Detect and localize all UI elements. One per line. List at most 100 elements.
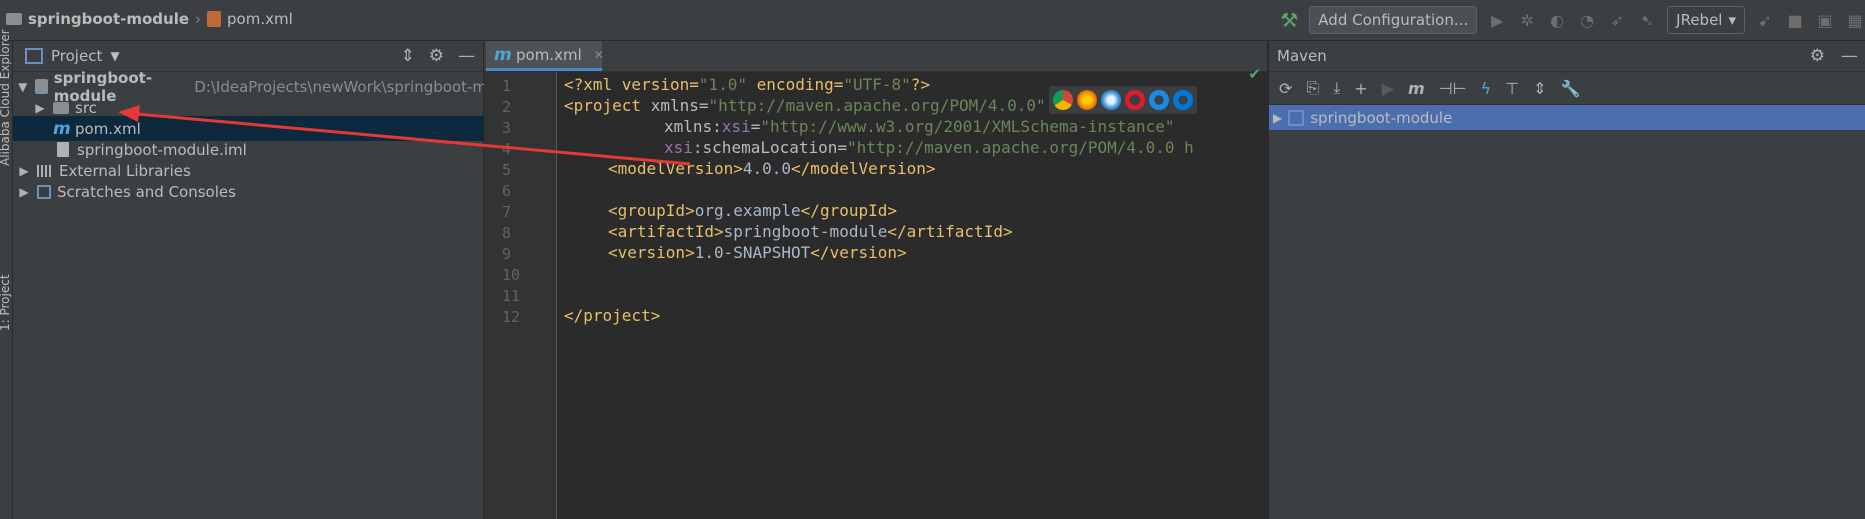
wrench-icon[interactable]: 🔧 <box>1560 79 1580 98</box>
project-view-icon <box>25 48 43 64</box>
line-number: 9 <box>502 245 512 263</box>
maven-file-icon <box>207 11 222 27</box>
line-number: 12 <box>502 308 521 326</box>
hide-icon[interactable]: — <box>458 46 475 66</box>
chrome-icon[interactable] <box>1053 90 1073 110</box>
code-line: xmlns:xsi="http://www.w3.org/2001/XMLSch… <box>664 117 1175 136</box>
coverage-icon[interactable]: ◐ <box>1547 10 1567 30</box>
code-line: <version>1.0-SNAPSHOT</version> <box>608 243 907 262</box>
more-icon[interactable]: ▦ <box>1845 10 1865 30</box>
show-dependencies-icon[interactable]: ⊤ <box>1505 79 1519 98</box>
breadcrumb-separator-icon: › <box>195 10 202 28</box>
generate-sources-icon[interactable]: ⎘ <box>1306 78 1319 98</box>
project-structure-icon[interactable]: ▣ <box>1815 10 1835 30</box>
tree-item-path: D:\IdeaProjects\newWork\springboot-m <box>194 77 487 96</box>
gear-icon[interactable]: ⚙ <box>1810 46 1825 66</box>
reload-icon[interactable]: ⟳ <box>1279 79 1292 98</box>
library-icon <box>37 164 53 177</box>
tree-item-label: springboot-module.iml <box>77 140 247 159</box>
maven-panel: Maven ⚙ — ⟳ ⎘ ⤓ + ▶ m ⊣⊢ ϟ ⊤ ⇕ 🔧 ▶ sprin… <box>1268 41 1865 519</box>
maven-module-icon <box>1288 109 1305 126</box>
breadcrumb-file[interactable]: pom.xml <box>227 10 293 28</box>
line-number: 1 <box>502 77 512 95</box>
code-line: </project> <box>564 306 661 325</box>
debug-icon[interactable]: ✲ <box>1517 10 1537 30</box>
alibaba-cloud-explorer-tab[interactable]: Alibaba Cloud Explorer <box>0 29 12 166</box>
gear-icon[interactable]: ⚙ <box>429 46 444 66</box>
chevron-right-icon[interactable]: ▶ <box>33 101 47 115</box>
collapse-all-icon[interactable]: ⇕ <box>1533 79 1546 98</box>
navigation-bar: springboot-module › pom.xml ⚒ Add Config… <box>0 0 1865 41</box>
browser-popup <box>1049 86 1197 114</box>
firefox-icon[interactable] <box>1077 90 1097 110</box>
maven-project-item[interactable]: ▶ springboot-module <box>1269 105 1865 130</box>
tab-pom-xml[interactable]: m pom.xml ✕ <box>486 41 604 71</box>
line-number: 7 <box>502 203 512 221</box>
code-line: <artifactId>springboot-module</artifactI… <box>608 222 1013 241</box>
run-icon[interactable]: ▶ <box>1382 79 1394 98</box>
module-folder-icon <box>6 13 22 25</box>
close-icon[interactable]: ✕ <box>594 48 604 62</box>
stop-icon[interactable]: ■ <box>1785 10 1805 30</box>
jrebel-dropdown[interactable]: JRebel ▾ <box>1667 6 1745 34</box>
chevron-down-icon[interactable]: ▼ <box>110 49 119 63</box>
code-line: <groupId>org.example</groupId> <box>608 201 897 220</box>
opera-icon[interactable] <box>1125 90 1145 110</box>
toggle-offline-icon[interactable]: ⊣⊢ <box>1439 79 1467 98</box>
editor-tabs: m pom.xml ✕ <box>484 41 1267 72</box>
scratches-icon <box>37 184 51 199</box>
tree-item-label: src <box>75 98 97 117</box>
jrebel-update-icon[interactable]: ➹ <box>1755 10 1775 30</box>
chevron-down-icon[interactable]: ▼ <box>17 80 29 94</box>
folder-icon <box>53 101 69 114</box>
maven-toolbar: ⟳ ⎘ ⤓ + ▶ m ⊣⊢ ϟ ⊤ ⇕ 🔧 <box>1269 72 1865 105</box>
run-toolbar: ⚒ Add Configuration... ▶ ✲ ◐ ◔ ➶ ➷ JRebe… <box>1279 6 1865 34</box>
line-number: 3 <box>502 119 512 137</box>
safari-icon[interactable] <box>1101 90 1121 110</box>
chevron-down-icon: ▾ <box>1728 11 1736 29</box>
tree-item-scratches[interactable]: ▶ Scratches and Consoles <box>13 179 487 204</box>
line-number: 8 <box>502 224 512 242</box>
editor-area: m pom.xml ✕ 1 2 3 4 5 6 7 8 9 10 11 12 ✔… <box>484 41 1267 519</box>
project-panel-title[interactable]: Project <box>51 47 102 65</box>
chevron-right-icon[interactable]: ▶ <box>17 185 31 199</box>
download-icon[interactable]: ⤓ <box>1333 78 1340 98</box>
internet-explorer-icon[interactable] <box>1149 90 1169 110</box>
maven-icon: m <box>494 44 512 65</box>
code-line: <?xml version="1.0" encoding="UTF-8"?> <box>564 75 931 94</box>
maven-goal-icon[interactable]: m <box>1408 79 1425 98</box>
left-tool-strip: Alibaba Cloud Explorer 1: Project <box>0 29 13 519</box>
inspection-ok-icon[interactable]: ✔ <box>1248 65 1261 83</box>
line-number: 10 <box>502 266 521 284</box>
jrebel-run-icon[interactable]: ➶ <box>1607 10 1627 30</box>
project-panel: Project ▼ ⇕ ⚙ — ▼ springboot-module D:\I… <box>13 41 523 519</box>
line-number: 6 <box>502 182 512 200</box>
jrebel-label: JRebel <box>1676 11 1723 29</box>
maven-icon: m <box>53 118 71 139</box>
skip-tests-icon[interactable]: ϟ <box>1481 79 1492 98</box>
jrebel-debug-icon[interactable]: ➷ <box>1637 10 1657 30</box>
tree-item-label: pom.xml <box>75 119 141 138</box>
maven-panel-title[interactable]: Maven <box>1277 47 1327 65</box>
hide-icon[interactable]: — <box>1841 46 1858 66</box>
chevron-right-icon[interactable]: ▶ <box>17 164 31 178</box>
line-number: 5 <box>502 161 512 179</box>
tree-item-label: External Libraries <box>59 161 191 180</box>
add-configuration-button[interactable]: Add Configuration... <box>1309 6 1478 34</box>
collapse-all-icon[interactable]: ⇕ <box>401 46 415 66</box>
tree-item-label: Scratches and Consoles <box>57 182 236 201</box>
profile-icon[interactable]: ◔ <box>1577 10 1597 30</box>
add-icon[interactable]: + <box>1354 79 1367 98</box>
line-gutter: 1 2 3 4 5 6 7 8 9 10 11 12 <box>484 72 557 519</box>
code-line: <project xmlns="http://maven.apache.org/… <box>564 96 1046 115</box>
run-icon[interactable]: ▶ <box>1487 10 1507 30</box>
breadcrumb-project[interactable]: springboot-module <box>28 10 189 28</box>
breadcrumb: springboot-module › pom.xml <box>6 10 293 28</box>
chevron-right-icon[interactable]: ▶ <box>1273 111 1282 125</box>
project-tool-tab[interactable]: 1: Project <box>0 274 12 331</box>
build-hammer-icon[interactable]: ⚒ <box>1279 8 1299 32</box>
edge-icon[interactable] <box>1173 90 1193 110</box>
project-panel-header: Project ▼ ⇕ ⚙ — <box>13 41 483 72</box>
maven-project-label: springboot-module <box>1310 108 1453 127</box>
iml-file-icon <box>57 142 69 157</box>
